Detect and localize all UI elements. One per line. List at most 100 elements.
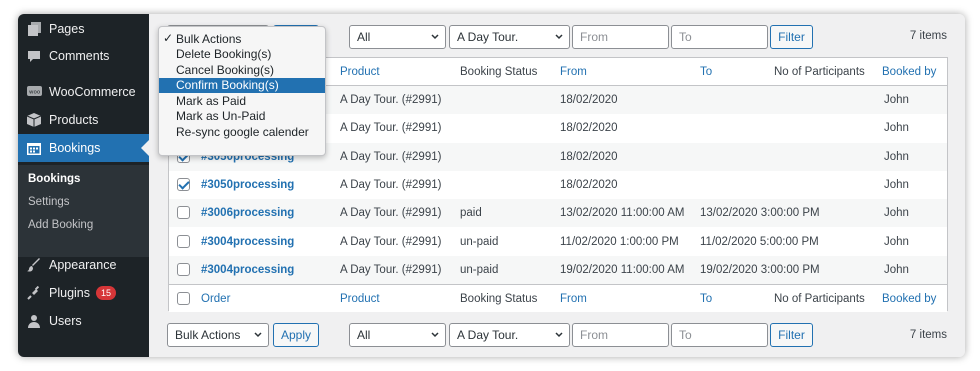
bulk-option-delete[interactable]: Delete Booking(s) [159, 47, 325, 63]
cell-from: 11/02/2020 1:00:00 PM [560, 235, 679, 248]
chevron-down-icon [555, 34, 563, 40]
sidebar-item-users[interactable]: Users [18, 307, 149, 335]
to-date-input-bottom[interactable]: To [671, 323, 768, 347]
cell-booked-by: John [884, 235, 909, 248]
submenu-item-bookings[interactable]: Bookings [28, 173, 80, 185]
row-checkbox[interactable] [177, 262, 190, 276]
cell-booked-by: John [884, 122, 909, 135]
table-row: #3050processing A Day Tour. (#2991) 18/02/… [169, 171, 947, 199]
bulk-option-mark-unpaid[interactable]: Mark as Un-Paid [159, 109, 325, 125]
cell-order[interactable]: #3004processing [201, 256, 294, 284]
woocommerce-icon: woo [26, 84, 42, 100]
sidebar-item-bookings[interactable]: Bookings [18, 134, 149, 162]
cell-booked-by: John [884, 94, 909, 106]
bulk-actions-select-bottom[interactable]: Bulk Actions [167, 323, 269, 347]
sidebar-item-label: Users [49, 314, 82, 328]
update-count-badge: 15 [96, 286, 117, 300]
column-header-participants: No of Participants [774, 66, 865, 78]
to-placeholder: To [679, 30, 692, 44]
column-header-status: Booking Status [460, 66, 538, 78]
cell-order[interactable]: #3004processing [201, 228, 294, 256]
sidebar-item-comments[interactable]: Comments [18, 42, 149, 70]
cell-status: paid [460, 207, 482, 220]
cell-to: 11/02/2020 5:00:00 PM [700, 235, 819, 248]
from-date-input-bottom[interactable]: From [572, 323, 669, 347]
bulk-option-confirm[interactable]: Confirm Booking(s) [159, 77, 325, 93]
chevron-down-icon [555, 332, 563, 338]
bulk-actions-dropdown-menu: ✓ Bulk Actions Delete Booking(s) Cancel … [158, 26, 326, 156]
product-filter-select-top[interactable]: A Day Tour. [449, 25, 570, 49]
to-date-input-top[interactable]: To [671, 25, 768, 49]
users-icon [26, 313, 42, 329]
filter-button-top[interactable]: Filter [770, 25, 813, 49]
svg-text:woo: woo [29, 90, 41, 96]
cell-from: 19/02/2020 11:00:00 AM [560, 263, 685, 276]
filter-button-bottom[interactable]: Filter [770, 323, 813, 347]
status-filter-value: All [357, 328, 371, 342]
option-label: Re-sync google calender [176, 124, 309, 139]
submenu-item-settings[interactable]: Settings [28, 196, 70, 208]
sidebar-item-label: Comments [49, 49, 110, 63]
bulk-option-bulk-actions[interactable]: ✓ Bulk Actions [159, 31, 325, 47]
status-filter-select-bottom[interactable]: All [349, 323, 446, 347]
apply-button-bottom[interactable]: Apply [273, 323, 319, 347]
option-label: Confirm Booking(s) [176, 78, 279, 93]
main-content: Bulk Actions Apply All A Day Tour. From … [149, 14, 965, 357]
option-label: Cancel Booking(s) [176, 62, 275, 77]
column-header-from[interactable]: From [560, 58, 587, 86]
column-footer-order[interactable]: Order [201, 285, 230, 313]
chevron-down-icon [431, 34, 439, 40]
cell-order[interactable]: #3050processing [201, 171, 294, 199]
column-header-to[interactable]: To [700, 58, 712, 86]
pages-icon [26, 21, 42, 37]
cell-product: A Day Tour. (#2991) [340, 207, 442, 220]
table-footer-row: Order Product Booking Status From To No … [169, 284, 947, 312]
column-footer-product[interactable]: Product [340, 285, 380, 313]
cell-booked-by: John [884, 207, 909, 220]
to-placeholder: To [679, 328, 692, 342]
status-filter-select-top[interactable]: All [349, 25, 446, 49]
column-footer-booked-by[interactable]: Booked by [882, 285, 936, 313]
column-footer-to[interactable]: To [700, 285, 712, 313]
product-filter-value: A Day Tour. [457, 328, 519, 342]
row-checkbox[interactable] [177, 234, 190, 248]
sidebar-item-appearance[interactable]: Appearance [18, 251, 149, 279]
sidebar-item-label: WooCommerce [49, 85, 136, 99]
cell-from: 18/02/2020 [560, 150, 618, 163]
cell-product: A Day Tour. (#2991) [340, 122, 442, 135]
cell-order[interactable]: #3006processing [201, 199, 294, 227]
cell-to: 19/02/2020 3:00:00 PM [700, 263, 820, 276]
bulk-option-cancel[interactable]: Cancel Booking(s) [159, 62, 325, 78]
from-placeholder: From [580, 30, 608, 44]
column-footer-status: Booking Status [460, 293, 538, 305]
row-checkbox[interactable] [177, 206, 190, 220]
option-label: Mark as Un-Paid [176, 109, 266, 124]
bulk-option-resync[interactable]: Re-sync google calender [159, 124, 325, 140]
column-footer-participants: No of Participants [774, 293, 865, 305]
row-checkbox[interactable] [177, 177, 190, 191]
option-label: Delete Booking(s) [176, 47, 272, 62]
screenshot-frame: Pages Comments woo WooCommerce Products … [18, 14, 965, 357]
column-footer-from[interactable]: From [560, 285, 587, 313]
from-date-input-top[interactable]: From [572, 25, 669, 49]
submenu-item-add-booking[interactable]: Add Booking [28, 219, 93, 231]
paintbrush-icon [26, 257, 42, 273]
sidebar-item-label: Bookings [49, 141, 101, 155]
cell-status: un-paid [460, 235, 499, 248]
column-header-product[interactable]: Product [340, 58, 380, 86]
cell-to: 13/02/2020 3:00:00 PM [700, 207, 820, 220]
bookings-submenu: Bookings Settings Add Booking [18, 165, 149, 257]
bulk-option-mark-paid[interactable]: Mark as Paid [159, 93, 325, 109]
cell-product: A Day Tour. (#2991) [340, 150, 442, 163]
sidebar-item-products[interactable]: Products [18, 106, 149, 134]
product-filter-select-bottom[interactable]: A Day Tour. [449, 323, 570, 347]
select-all-checkbox[interactable] [177, 292, 190, 305]
chevron-down-icon [431, 332, 439, 338]
comments-icon [26, 48, 42, 64]
sidebar-item-plugins[interactable]: Plugins 15 [18, 279, 149, 307]
cell-product: A Day Tour. (#2991) [340, 94, 442, 106]
sidebar-item-woocommerce[interactable]: woo WooCommerce [18, 78, 149, 106]
sidebar-item-pages[interactable]: Pages [18, 15, 149, 43]
column-header-booked-by[interactable]: Booked by [882, 58, 936, 86]
item-count-bottom: 7 items [909, 329, 947, 341]
